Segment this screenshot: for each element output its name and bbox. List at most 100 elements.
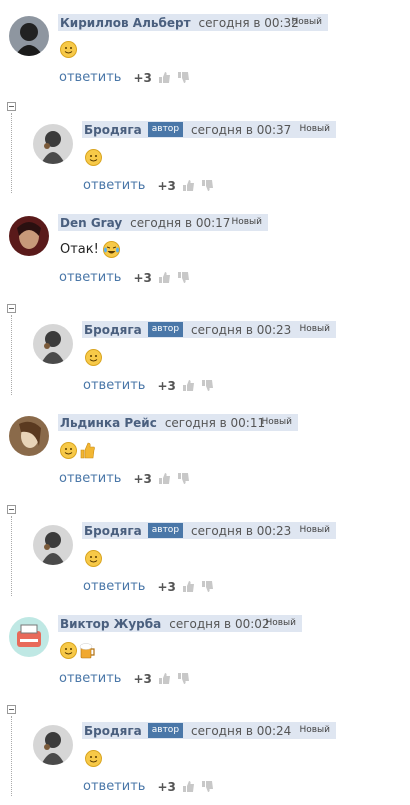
new-badge: Новый	[265, 618, 296, 628]
new-badge: Новый	[291, 17, 322, 27]
comment-body	[85, 550, 104, 567]
thumbs-down-icon[interactable]	[201, 580, 214, 593]
author-name[interactable]: Бродяга	[84, 123, 142, 137]
comment-date[interactable]: сегодня в 00:24	[191, 724, 291, 738]
comment-date[interactable]: сегодня в 00:23	[191, 323, 291, 337]
author-name[interactable]: Бродяга	[84, 524, 142, 538]
thumbs-down-icon[interactable]	[201, 179, 214, 192]
author-name[interactable]: Бродяга	[84, 323, 142, 337]
reply-link[interactable]: ответить	[59, 471, 121, 486]
thumbs-up-icon[interactable]	[158, 71, 171, 84]
comment-body	[60, 41, 79, 58]
reply-link[interactable]: ответить	[83, 579, 145, 594]
thumbs-up-icon[interactable]	[158, 271, 171, 284]
new-badge: Новый	[299, 725, 330, 735]
smile-emoji-icon	[60, 41, 77, 58]
thread-line	[11, 516, 13, 596]
thumbs-up-icon[interactable]	[158, 472, 171, 485]
avatar[interactable]	[33, 525, 73, 565]
avatar[interactable]	[33, 725, 73, 765]
author-name[interactable]: Виктор Журба	[60, 617, 161, 631]
thumbs-up-icon[interactable]	[158, 672, 171, 685]
comment-actions: ответить +3	[83, 779, 214, 794]
comment-header: Виктор Журба сегодня в 00:02 Новый	[58, 615, 302, 632]
comment-header: Бродяга автор сегодня в 00:37 Новый	[82, 121, 336, 138]
thumbs-down-icon[interactable]	[177, 271, 190, 284]
reply-link[interactable]: ответить	[59, 671, 121, 686]
reply-link[interactable]: ответить	[83, 178, 145, 193]
author-badge: автор	[147, 122, 184, 137]
thumbs-down-icon[interactable]	[177, 71, 190, 84]
collapse-toggle[interactable]	[7, 304, 16, 313]
comment-actions: ответить +3	[59, 70, 190, 85]
avatar[interactable]	[9, 416, 49, 456]
reply-link[interactable]: ответить	[83, 378, 145, 393]
collapse-toggle[interactable]	[7, 102, 16, 111]
comment-date[interactable]: сегодня в 00:02	[169, 617, 269, 631]
thread-line	[11, 716, 13, 796]
reply-link[interactable]: ответить	[83, 779, 145, 794]
comment-score: +3	[133, 270, 152, 285]
new-badge: Новый	[299, 324, 330, 334]
collapse-toggle[interactable]	[7, 505, 16, 514]
comment-body	[85, 750, 104, 767]
comment-date[interactable]: сегодня в 00:11	[165, 416, 265, 430]
collapse-toggle[interactable]	[7, 705, 16, 714]
thumbs-down-icon[interactable]	[201, 780, 214, 793]
thumbs-down-icon[interactable]	[177, 472, 190, 485]
comment-date[interactable]: сегодня в 00:37	[191, 123, 291, 137]
comment-actions: ответить +3	[83, 579, 214, 594]
reply-link[interactable]: ответить	[59, 270, 121, 285]
comment-actions: ответить +3	[59, 471, 190, 486]
new-badge: Новый	[231, 217, 262, 227]
smile-emoji-icon	[85, 349, 102, 366]
avatar[interactable]	[9, 16, 49, 56]
author-badge: автор	[147, 723, 184, 738]
thumbs-up-icon[interactable]	[182, 179, 195, 192]
comment-date[interactable]: сегодня в 00:23	[191, 524, 291, 538]
comment-score: +3	[133, 70, 152, 85]
comment-body: Отак!	[60, 241, 122, 258]
smile-emoji-icon	[85, 149, 102, 166]
avatar[interactable]	[9, 617, 49, 657]
comment-actions: ответить +3	[83, 378, 214, 393]
comment-body	[60, 442, 98, 459]
comment-score: +3	[157, 579, 176, 594]
thumbs-up-emoji-icon	[79, 442, 96, 459]
comment-score: +3	[157, 779, 176, 794]
comment-body	[85, 349, 104, 366]
comment-header: Кириллов Альберт сегодня в 00:32 Новый	[58, 14, 328, 31]
smile-emoji-icon	[85, 550, 102, 567]
author-name[interactable]: Кириллов Альберт	[60, 16, 191, 30]
comment-date[interactable]: сегодня в 00:17	[130, 216, 230, 230]
avatar[interactable]	[33, 124, 73, 164]
new-badge: Новый	[299, 124, 330, 134]
comment-body	[60, 642, 98, 659]
reply-link[interactable]: ответить	[59, 70, 121, 85]
smile-emoji-icon	[60, 642, 77, 659]
thread-line	[11, 315, 13, 395]
comment-score: +3	[157, 378, 176, 393]
comment-header: Den Gray сегодня в 00:17 Новый	[58, 214, 268, 231]
comment-date[interactable]: сегодня в 00:32	[199, 16, 299, 30]
author-name[interactable]: Бродяга	[84, 724, 142, 738]
comment-text: Отак!	[60, 242, 99, 257]
new-badge: Новый	[261, 417, 292, 427]
avatar[interactable]	[9, 216, 49, 256]
avatar[interactable]	[33, 324, 73, 364]
thumbs-down-icon[interactable]	[201, 379, 214, 392]
author-name[interactable]: Den Gray	[60, 216, 122, 230]
thumbs-up-icon[interactable]	[182, 580, 195, 593]
thread-line	[11, 113, 13, 193]
smile-emoji-icon	[60, 442, 77, 459]
author-name[interactable]: Льдинка Рейс	[60, 416, 157, 430]
thumbs-up-icon[interactable]	[182, 379, 195, 392]
smile-emoji-icon	[85, 750, 102, 767]
thumbs-up-icon[interactable]	[182, 780, 195, 793]
author-badge: автор	[147, 523, 184, 538]
comment-actions: ответить +3	[59, 671, 190, 686]
comment-body	[85, 149, 104, 166]
tears-of-joy-emoji-icon	[102, 241, 120, 258]
thumbs-down-icon[interactable]	[177, 672, 190, 685]
author-badge: автор	[147, 322, 184, 337]
